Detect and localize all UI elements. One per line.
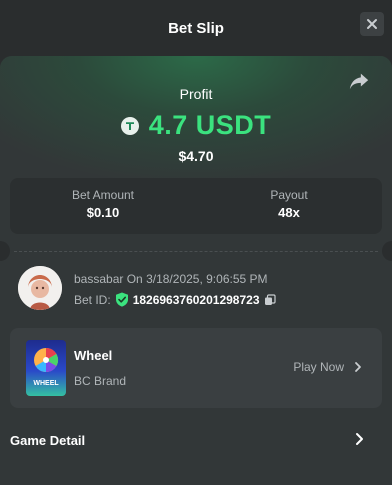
profit-row: 4.7 USDT	[0, 110, 392, 141]
copy-icon[interactable]	[264, 293, 276, 306]
payout-stat: Payout 48x	[196, 188, 382, 220]
ticket-notch-right	[382, 241, 392, 261]
play-now-label: Play Now	[293, 360, 344, 374]
profit-fiat-value: $4.70	[178, 148, 214, 164]
play-now-button[interactable]: Play Now	[293, 360, 362, 374]
game-card[interactable]: WHEEL Wheel BC Brand Play Now	[10, 328, 382, 408]
payout-value: 48x	[278, 205, 300, 220]
username[interactable]: bassabar	[74, 272, 123, 286]
bet-datetime: 3/18/2025, 9:06:55 PM	[146, 272, 268, 286]
usdt-tether-icon	[120, 116, 139, 135]
bet-stats: Bet Amount $0.10 Payout 48x	[10, 178, 382, 234]
on-text: On	[126, 272, 143, 286]
bet-user-line: bassabar On 3/18/2025, 9:06:55 PM	[74, 272, 268, 286]
avatar[interactable]	[18, 266, 62, 310]
shield-check-icon	[115, 292, 128, 307]
modal-header: Bet Slip	[0, 0, 392, 56]
modal-title: Bet Slip	[168, 19, 224, 37]
bet-amount-label: Bet Amount	[71, 188, 135, 202]
ticket-divider	[14, 251, 378, 252]
profit-panel: Profit 4.7 USDT $4.70 Bet Amount $0.10 P…	[0, 56, 392, 252]
close-button[interactable]	[360, 12, 384, 36]
game-thumbnail[interactable]: WHEEL	[26, 340, 66, 396]
bet-id-value: 1826963760201298723	[132, 292, 260, 307]
bet-info-row: bassabar On 3/18/2025, 9:06:55 PM Bet ID…	[18, 266, 378, 312]
bet-slip-modal: Bet Slip Profit 4.7 USDT $4.70 Bet Amoun…	[0, 0, 392, 485]
bet-id-label: Bet ID:	[74, 292, 111, 307]
bet-slip-card: Profit 4.7 USDT $4.70 Bet Amount $0.10 P…	[0, 56, 392, 485]
profit-value: 4.7 USDT	[148, 110, 272, 140]
game-name[interactable]: Wheel	[74, 348, 112, 363]
game-brand: BC Brand	[74, 374, 127, 388]
bet-id-line: Bet ID: 1826963760201298723	[74, 292, 276, 307]
game-detail-row[interactable]: Game Detail	[0, 420, 392, 462]
chevron-right-icon	[356, 433, 363, 445]
payout-label: Payout	[270, 188, 308, 202]
game-detail-label: Game Detail	[10, 433, 86, 448]
profit-label: Profit	[179, 86, 213, 102]
close-icon	[367, 19, 377, 29]
bet-amount-stat: Bet Amount $0.10	[10, 188, 196, 220]
game-thumb-label: WHEEL	[33, 380, 59, 387]
bet-amount-value: $0.10	[86, 205, 120, 220]
chevron-right-icon	[355, 362, 361, 372]
